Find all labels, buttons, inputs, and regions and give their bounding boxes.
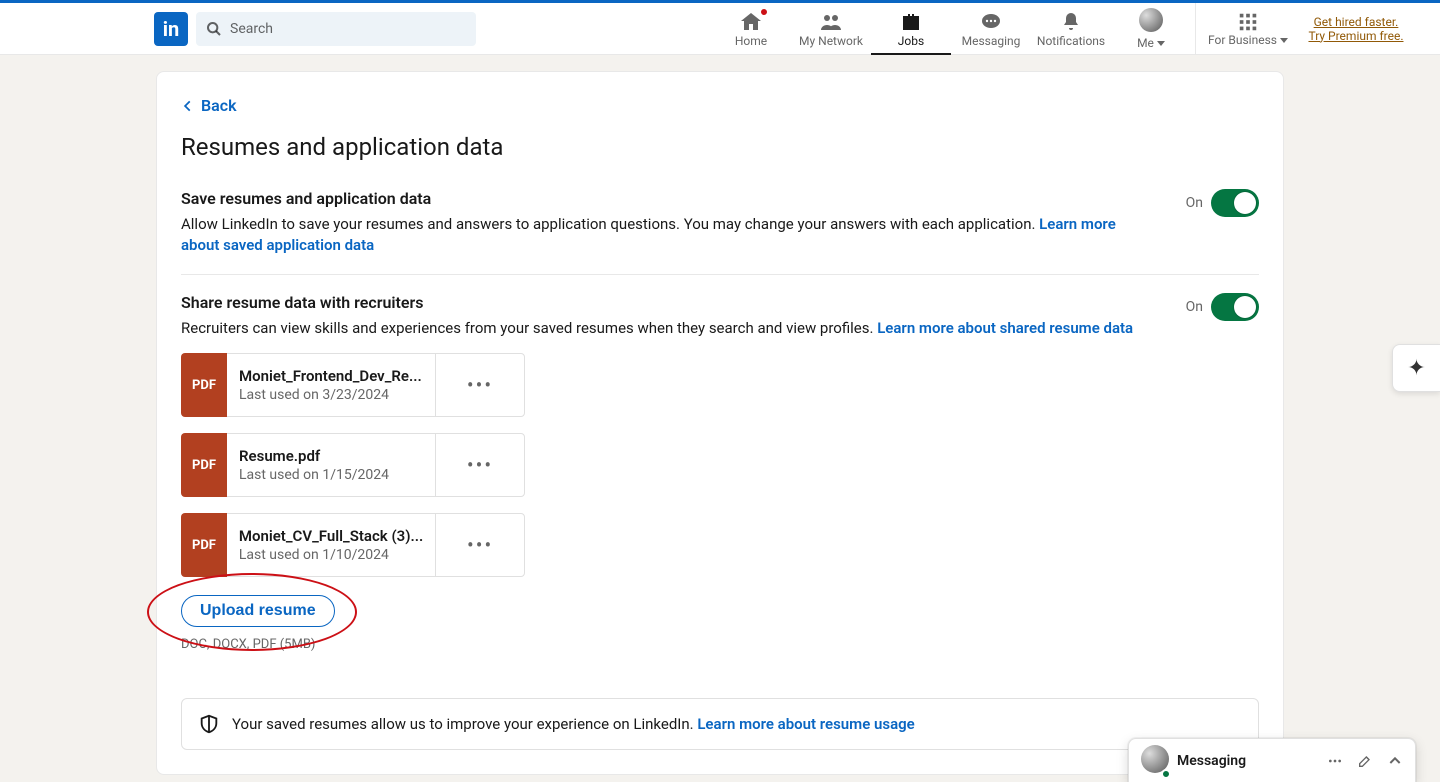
upload-resume-button[interactable]: Upload resume bbox=[181, 595, 335, 627]
resume-open[interactable]: Moniet_CV_Full_Stack (3)... Last used on… bbox=[227, 513, 435, 577]
resume-open[interactable]: Resume.pdf Last used on 1/15/2024 bbox=[227, 433, 435, 497]
setting-title: Share resume data with recruiters bbox=[181, 293, 1133, 312]
search-icon bbox=[206, 21, 222, 37]
avatar-icon bbox=[1139, 8, 1163, 36]
resume-name: Moniet_Frontend_Dev_Re... bbox=[239, 367, 423, 385]
chevron-up-icon[interactable] bbox=[1387, 753, 1403, 769]
resume-open[interactable]: Moniet_Frontend_Dev_Re... Last used on 3… bbox=[227, 353, 435, 417]
resume-more-menu[interactable]: ••• bbox=[435, 353, 525, 417]
messaging-icon bbox=[979, 10, 1003, 34]
setting-title: Save resumes and application data bbox=[181, 189, 1141, 208]
side-widget-button[interactable]: ✦ bbox=[1392, 344, 1440, 392]
setting-description: Allow LinkedIn to save your resumes and … bbox=[181, 214, 1141, 256]
presence-indicator bbox=[1161, 769, 1171, 779]
settings-card: Back Resumes and application data Save r… bbox=[156, 71, 1284, 775]
learn-more-link[interactable]: Learn more about resume usage bbox=[697, 715, 914, 733]
toggle-state-label: On bbox=[1186, 299, 1203, 315]
resume-more-menu[interactable]: ••• bbox=[435, 513, 525, 577]
pdf-badge: PDF bbox=[181, 353, 227, 417]
resume-name: Resume.pdf bbox=[239, 447, 423, 465]
resume-date: Last used on 3/23/2024 bbox=[239, 387, 423, 403]
resume-name: Moniet_CV_Full_Stack (3)... bbox=[239, 527, 423, 545]
resume-list: PDF Moniet_Frontend_Dev_Re... Last used … bbox=[181, 353, 1133, 577]
search-placeholder: Search bbox=[230, 21, 273, 37]
resume-item: PDF Resume.pdf Last used on 1/15/2024 ••… bbox=[181, 433, 525, 497]
search-input[interactable]: Search bbox=[196, 12, 476, 46]
home-icon bbox=[739, 10, 763, 34]
chevron-left-icon bbox=[181, 99, 195, 113]
avatar-icon bbox=[1141, 745, 1169, 777]
learn-more-link[interactable]: Learn more about shared resume data bbox=[877, 319, 1133, 337]
shield-icon bbox=[198, 713, 220, 735]
page-title: Resumes and application data bbox=[181, 133, 1259, 161]
nav-separator bbox=[1195, 3, 1196, 55]
nav-messaging[interactable]: Messaging bbox=[951, 3, 1031, 55]
apps-grid-icon bbox=[1237, 11, 1259, 33]
plus-icon: ✦ bbox=[1407, 356, 1425, 381]
resume-date: Last used on 1/15/2024 bbox=[239, 467, 423, 483]
toggle-save-resumes[interactable] bbox=[1211, 189, 1259, 217]
setting-description: Recruiters can view skills and experienc… bbox=[181, 318, 1133, 339]
global-nav: in Search Home My Network Jobs bbox=[0, 3, 1440, 55]
premium-upsell-link[interactable]: Get hired faster. Try Premium free. bbox=[1296, 3, 1416, 55]
messaging-dock[interactable]: Messaging bbox=[1128, 738, 1416, 782]
toggle-state-label: On bbox=[1186, 195, 1203, 211]
ellipsis-icon: ••• bbox=[467, 453, 493, 477]
pdf-badge: PDF bbox=[181, 513, 227, 577]
setting-save-resumes: Save resumes and application data Allow … bbox=[181, 189, 1259, 274]
bell-icon bbox=[1059, 10, 1083, 34]
nav-business[interactable]: For Business bbox=[1200, 3, 1296, 55]
back-button[interactable]: Back bbox=[181, 96, 1259, 115]
messaging-title: Messaging bbox=[1177, 753, 1246, 769]
upload-hint: DOC, DOCX, PDF (5MB) bbox=[181, 637, 335, 652]
nav-notifications[interactable]: Notifications bbox=[1031, 3, 1111, 55]
nav-network[interactable]: My Network bbox=[791, 3, 871, 55]
resume-date: Last used on 1/10/2024 bbox=[239, 547, 423, 563]
ellipsis-icon[interactable] bbox=[1327, 753, 1343, 769]
ellipsis-icon: ••• bbox=[467, 373, 493, 397]
toggle-share-recruiters[interactable] bbox=[1211, 293, 1259, 321]
caret-down-icon bbox=[1280, 38, 1288, 43]
setting-share-recruiters: Share resume data with recruiters Recrui… bbox=[181, 274, 1259, 670]
network-icon bbox=[819, 10, 843, 34]
nav-jobs[interactable]: Jobs bbox=[871, 3, 951, 55]
nav-me[interactable]: Me bbox=[1111, 3, 1191, 55]
nav-home[interactable]: Home bbox=[711, 3, 791, 55]
resume-more-menu[interactable]: ••• bbox=[435, 433, 525, 497]
linkedin-logo[interactable]: in bbox=[154, 12, 188, 46]
resume-item: PDF Moniet_Frontend_Dev_Re... Last used … bbox=[181, 353, 525, 417]
compose-icon[interactable] bbox=[1357, 753, 1373, 769]
notification-badge bbox=[759, 7, 769, 17]
jobs-icon bbox=[899, 10, 923, 34]
pdf-badge: PDF bbox=[181, 433, 227, 497]
ellipsis-icon: ••• bbox=[467, 533, 493, 557]
caret-down-icon bbox=[1157, 41, 1165, 46]
info-banner: Your saved resumes allow us to improve y… bbox=[181, 698, 1259, 750]
resume-item: PDF Moniet_CV_Full_Stack (3)... Last use… bbox=[181, 513, 525, 577]
